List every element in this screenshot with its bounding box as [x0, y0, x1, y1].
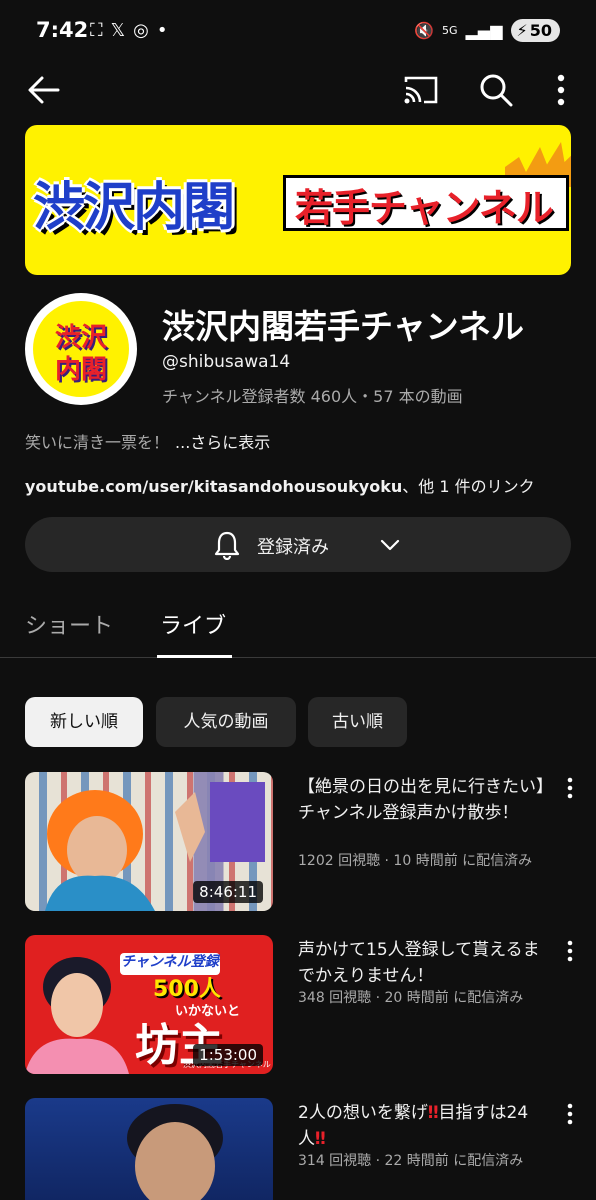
- thumb-text-register: チャンネル登録: [121, 954, 219, 970]
- channel-avatar[interactable]: 渋沢 内閣: [25, 293, 137, 405]
- channel-links[interactable]: youtube.com/user/kitasandohousoukyoku、他 …: [25, 473, 535, 497]
- active-tab-indicator: [157, 655, 232, 658]
- chip-oldest[interactable]: 古い順: [308, 697, 407, 747]
- charging-icon: ⚡: [516, 21, 528, 40]
- video-duration: 8:46:11: [193, 881, 263, 903]
- channel-handle: @shibusawa14: [162, 352, 291, 372]
- cast-icon[interactable]: [402, 74, 440, 106]
- video-duration: 1:53:00: [193, 1044, 263, 1066]
- channel-name: 渋沢内閣若手チャンネル: [162, 307, 525, 346]
- banner-title-right: 若手チャンネル: [295, 186, 554, 230]
- channel-link-url[interactable]: youtube.com/user/kitasandohousoukyoku: [25, 477, 402, 496]
- video-meta: 348 回視聴 · 20 時間前 に配信済み: [298, 990, 524, 1006]
- search-icon[interactable]: [478, 72, 514, 108]
- subscribed-label: 登録済み: [257, 537, 329, 558]
- channel-stats: チャンネル登録者数 460人・57 本の動画: [162, 387, 463, 406]
- screenshot-icon: ⛶: [90, 20, 103, 41]
- video-meta: 1202 回視聴 · 10 時間前 に配信済み: [298, 853, 533, 869]
- x-app-icon: 𝕏: [110, 20, 126, 41]
- video-item[interactable]: チャンネル登録 500人 いかないと 坊主 渋沢内閣若手チャンネル 1:53:0…: [25, 935, 596, 1075]
- chip-popular[interactable]: 人気の動画: [156, 697, 296, 747]
- video-item[interactable]: 8:46:11 【絶景の日の出を見に行きたい】チャンネル登録声かけ散歩！ 120…: [25, 772, 596, 912]
- video-item[interactable]: 2人の想いを繋げ‼目指すは24人‼ 314 回視聴 · 22 時間前 に配信済み: [25, 1098, 596, 1200]
- video-title[interactable]: 声かけて15人登録して貰えるまでかえりません！: [298, 937, 553, 989]
- video-title[interactable]: 【絶景の日の出を見に行きたい】チャンネル登録声かけ散歩！: [298, 774, 553, 826]
- status-bar: 7:42 ⛶ 𝕏 ◎ • 🔇 5G ▂▄▆ ⚡ 50: [0, 0, 596, 62]
- instagram-icon: ◎: [133, 20, 149, 41]
- double-exclamation-icon: ‼: [315, 1129, 326, 1149]
- tab-live[interactable]: ライブ: [160, 608, 226, 640]
- more-vert-icon[interactable]: [562, 939, 578, 963]
- other-links-text[interactable]: 、他 1 件のリンク: [402, 477, 534, 496]
- notification-icons: ⛶ 𝕏 ◎ •: [90, 20, 167, 42]
- chevron-down-icon: [380, 539, 400, 551]
- network-label: 5G: [442, 24, 458, 37]
- subscribed-button[interactable]: 登録済み: [25, 517, 571, 572]
- double-exclamation-icon: ‼: [427, 1103, 439, 1123]
- top-app-bar: [0, 62, 596, 118]
- thumb-text-500: 500人: [153, 977, 221, 1002]
- description-text: 笑いに清き一票を！: [25, 433, 170, 452]
- banner-title-left: 渋沢内閣: [33, 178, 235, 238]
- video-thumbnail[interactable]: [25, 1098, 273, 1200]
- more-vert-icon[interactable]: [562, 776, 578, 800]
- video-meta: 314 回視聴 · 22 時間前 に配信済み: [298, 1153, 524, 1169]
- channel-banner: 渋沢内閣 若手チャンネル: [25, 125, 571, 275]
- video-title[interactable]: 2人の想いを繋げ‼目指すは24人‼: [298, 1100, 553, 1152]
- more-vert-icon[interactable]: [562, 1102, 578, 1126]
- video-thumbnail[interactable]: チャンネル登録 500人 いかないと 坊主 渋沢内閣若手チャンネル 1:53:0…: [25, 935, 273, 1074]
- mute-icon: 🔇: [414, 21, 435, 40]
- video-thumbnail[interactable]: 8:46:11: [25, 772, 273, 911]
- show-more-link[interactable]: ...さらに表示: [175, 433, 270, 452]
- thumbnail-figure: [127, 1104, 223, 1200]
- chip-newest[interactable]: 新しい順: [25, 697, 143, 747]
- more-vert-icon[interactable]: [548, 72, 574, 108]
- channel-tabs: ショート ライブ: [0, 590, 596, 658]
- tab-shorts[interactable]: ショート: [25, 608, 113, 640]
- avatar-text-line2: 内閣: [54, 355, 107, 385]
- dot-icon: •: [156, 20, 168, 41]
- bell-icon: [214, 531, 240, 560]
- status-time: 7:42: [36, 18, 89, 42]
- channel-description[interactable]: 笑いに清き一票を！ ...さらに表示: [25, 429, 270, 453]
- video-title-part1: 2人の想いを繋げ: [298, 1103, 428, 1123]
- signal-icon: ▂▄▆: [465, 21, 503, 40]
- back-arrow-icon[interactable]: [24, 72, 64, 108]
- battery-indicator: ⚡ 50: [510, 19, 560, 42]
- battery-level: 50: [529, 21, 552, 40]
